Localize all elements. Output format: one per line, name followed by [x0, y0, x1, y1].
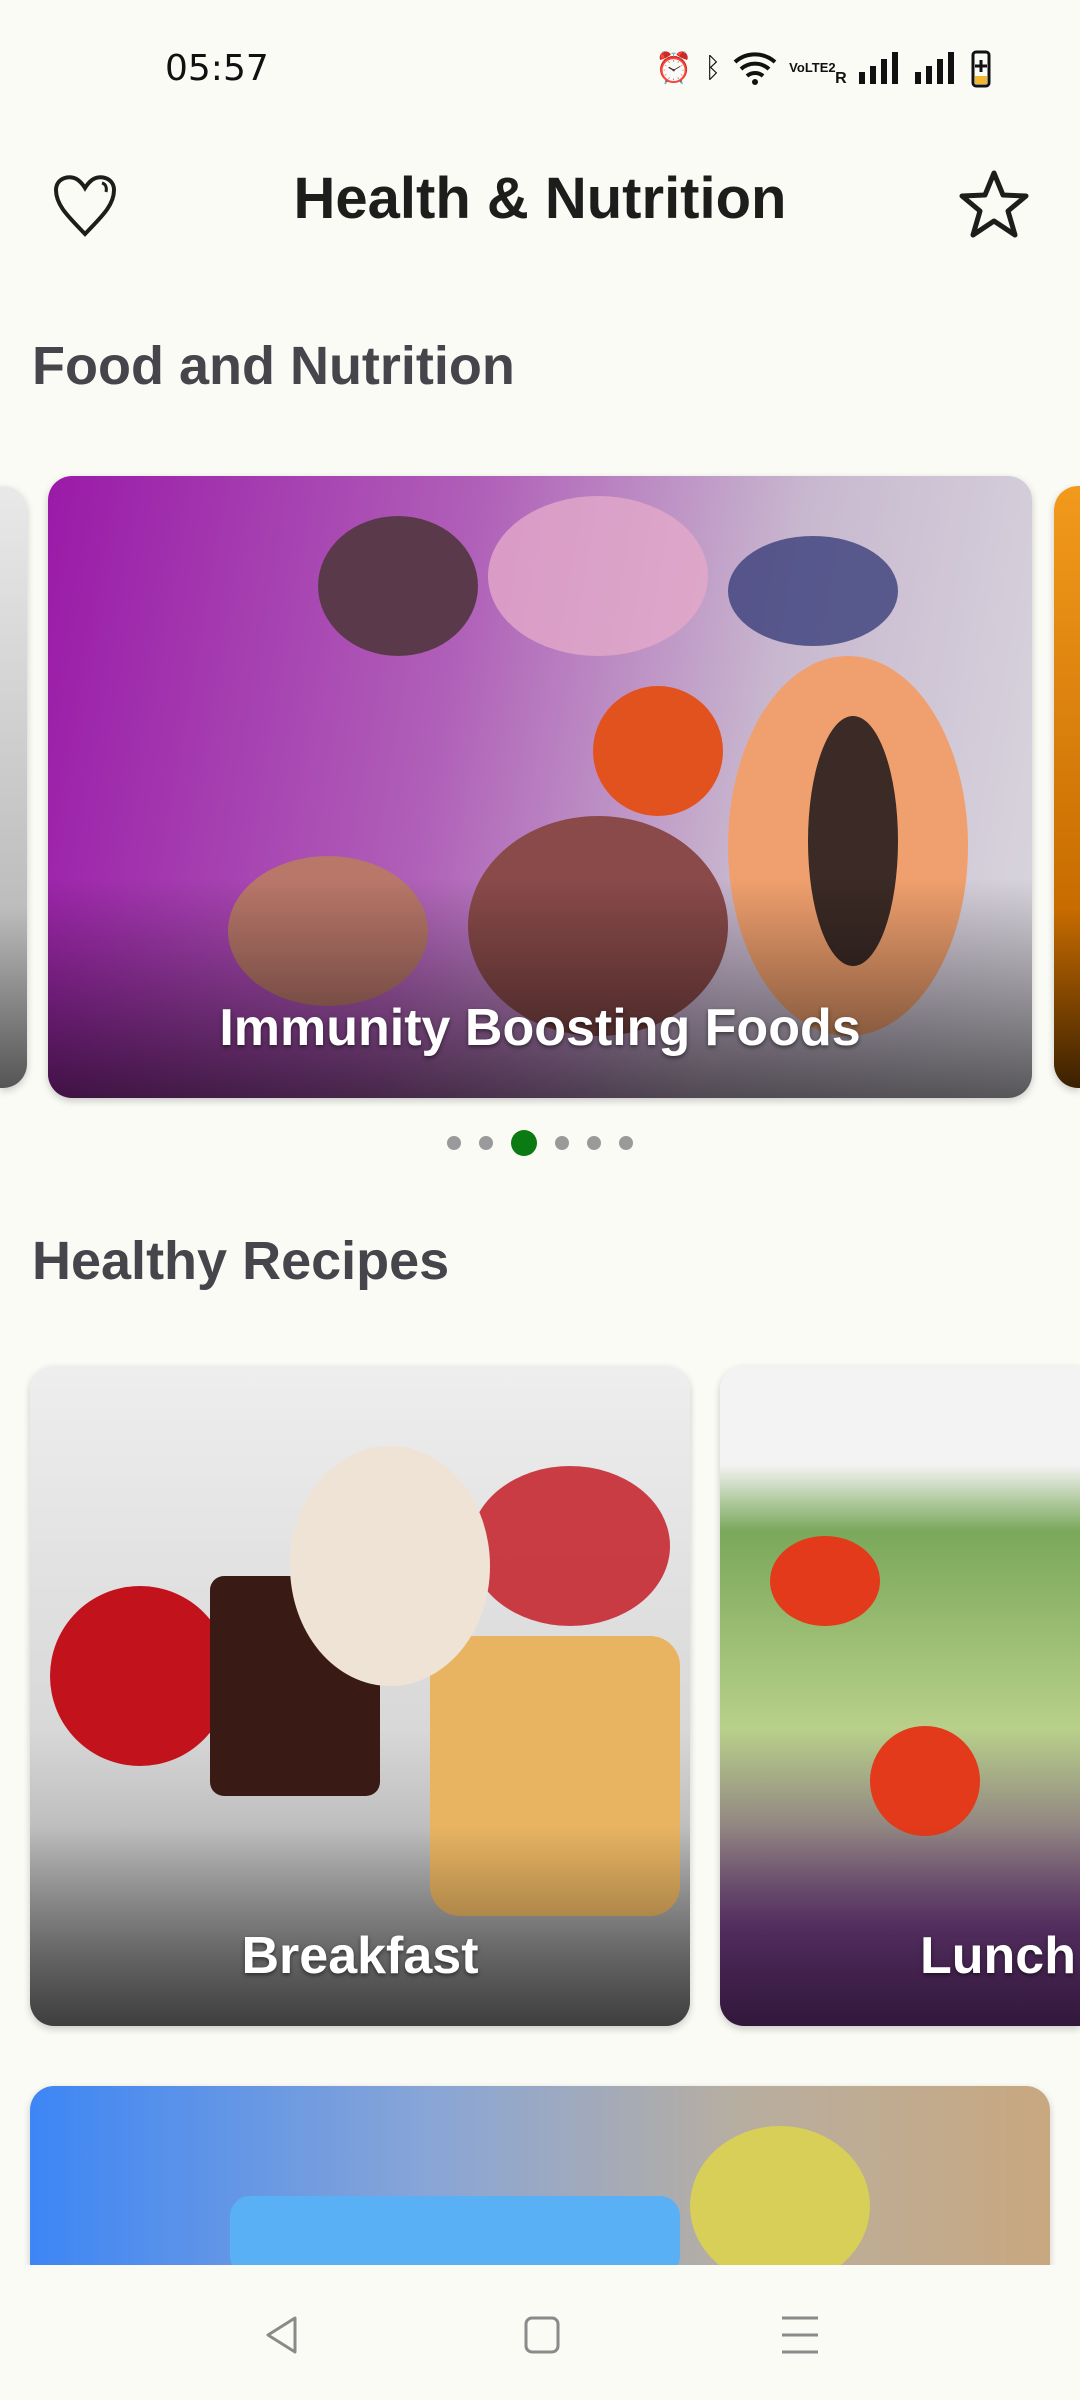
page-dot[interactable]	[447, 1136, 461, 1150]
status-time: 05:57	[165, 48, 269, 89]
page-dot[interactable]	[479, 1136, 493, 1150]
carousel-page-indicator	[0, 1130, 1080, 1156]
fitness-card[interactable]	[30, 2086, 1050, 2265]
card-label: Immunity Boosting Foods	[219, 999, 861, 1057]
star-icon[interactable]	[958, 168, 1030, 240]
status-icons: ⏰ ᛒ VoLTE2 R	[655, 48, 991, 88]
carousel-card-previous[interactable]	[0, 486, 27, 1088]
volte-icon: VoLTE2	[789, 60, 836, 75]
navigation-bar	[0, 2265, 1080, 2400]
recipe-card-lunch[interactable]: Lunch	[720, 1366, 1080, 2026]
recipe-card-breakfast[interactable]: Breakfast	[30, 1366, 690, 2026]
home-icon[interactable]	[522, 2315, 562, 2355]
card-label: Lunch	[920, 1927, 1076, 1985]
battery-charging-icon	[971, 50, 991, 88]
alarm-icon: ⏰	[655, 51, 693, 85]
section-title-recipes: Healthy Recipes	[32, 1231, 450, 1291]
page-title: Health & Nutrition	[293, 166, 787, 231]
menu-icon[interactable]	[780, 2315, 820, 2355]
card-label: Breakfast	[241, 1927, 479, 1985]
carousel-card-next[interactable]	[1054, 486, 1080, 1088]
page-dot[interactable]	[587, 1136, 601, 1150]
back-icon[interactable]	[262, 2315, 302, 2355]
carousel-card-immunity[interactable]: Immunity Boosting Foods	[48, 476, 1032, 1098]
roaming-indicator: R	[835, 70, 847, 87]
signal-icon	[914, 52, 954, 84]
bluetooth-icon: ᛒ	[704, 52, 722, 83]
signal-icon	[858, 52, 898, 84]
page-dot[interactable]	[555, 1136, 569, 1150]
wifi-icon	[733, 52, 777, 85]
page-dot[interactable]	[619, 1136, 633, 1150]
section-title-food: Food and Nutrition	[32, 336, 515, 396]
page-dot-active[interactable]	[511, 1130, 537, 1156]
